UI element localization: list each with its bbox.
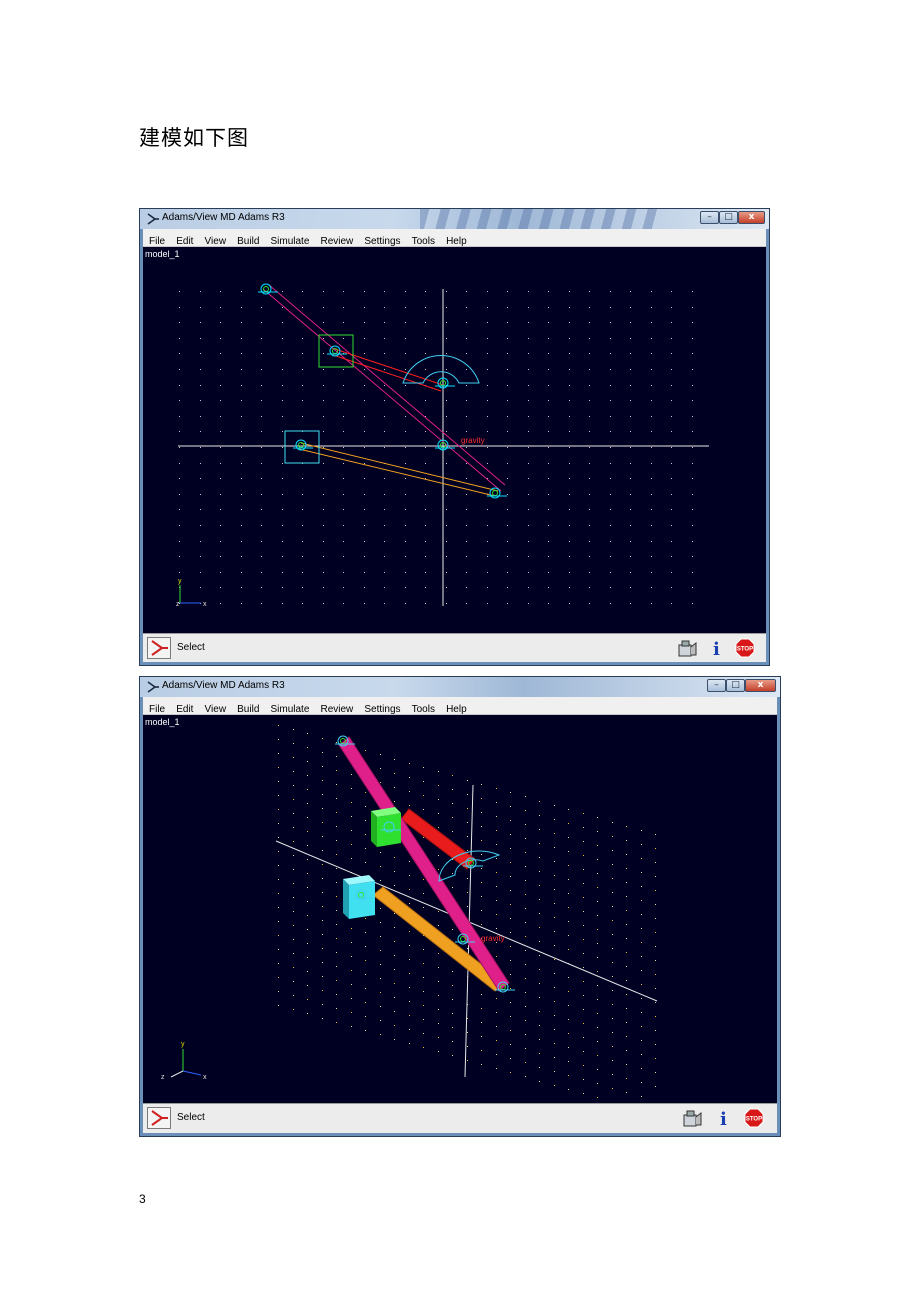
page-heading: 建模如下图: [139, 126, 249, 150]
status-text: Select: [177, 1112, 205, 1123]
adams-window-2d: Adams/View MD Adams R3 – □ x File Edit V…: [139, 208, 770, 666]
maximize-icon: □: [731, 680, 740, 690]
coordinate-triad: y z x: [161, 1041, 207, 1081]
model-viewport[interactable]: model_1 gravity y z x: [143, 715, 777, 1103]
title-bar[interactable]: Adams/View MD Adams R3 – □ x: [140, 209, 769, 229]
maximize-icon: □: [724, 212, 733, 222]
toolbox-icon[interactable]: [676, 637, 698, 659]
svg-text:STOP: STOP: [737, 647, 753, 653]
adams-logo-icon[interactable]: [147, 1107, 171, 1129]
coordinate-triad: y z x: [176, 578, 207, 608]
svg-text:z: z: [176, 601, 180, 608]
window-title: Adams/View MD Adams R3: [162, 212, 285, 223]
minimize-button[interactable]: –: [700, 211, 719, 224]
svg-text:i: i: [713, 639, 720, 659]
menu-bar: File Edit View Build Simulate Review Set…: [143, 697, 777, 715]
menu-bar: File Edit View Build Simulate Review Set…: [143, 229, 766, 247]
status-bar: Select i STOP: [143, 633, 766, 662]
svg-text:STOP: STOP: [746, 1117, 762, 1123]
minimize-icon: –: [707, 212, 712, 222]
svg-text:y: y: [178, 578, 182, 585]
adams-logo-icon[interactable]: [147, 637, 171, 659]
close-icon: x: [757, 680, 764, 690]
info-icon[interactable]: i: [713, 1107, 735, 1129]
title-bar[interactable]: Adams/View MD Adams R3 – □ x: [140, 677, 780, 697]
status-text: Select: [177, 642, 205, 653]
adams-logo-icon: [147, 213, 159, 225]
svg-text:x: x: [203, 601, 207, 608]
close-icon: x: [748, 212, 755, 222]
window-title: Adams/View MD Adams R3: [162, 680, 285, 691]
svg-text:i: i: [720, 1109, 727, 1129]
svg-text:y: y: [181, 1041, 185, 1048]
model-viewport[interactable]: model_1 gravity y z x: [143, 247, 766, 633]
maximize-button[interactable]: □: [719, 211, 738, 224]
link-a[interactable]: [338, 736, 510, 992]
gravity-label: gravity: [481, 934, 505, 943]
link-a[interactable]: [262, 284, 506, 492]
status-bar: Select i STOP: [143, 1103, 777, 1133]
maximize-button[interactable]: □: [726, 679, 745, 692]
stop-icon[interactable]: STOP: [743, 1107, 765, 1129]
close-button[interactable]: x: [738, 211, 765, 224]
mechanism-3d-view: gravity y z x: [161, 725, 658, 1098]
svg-text:x: x: [203, 1074, 207, 1081]
minimize-icon: –: [714, 680, 719, 690]
grid: [278, 725, 656, 1098]
toolbox-icon[interactable]: [681, 1107, 703, 1129]
mechanism-2d-view: gravity y z x: [176, 283, 709, 608]
adams-logo-icon: [147, 681, 159, 693]
info-icon[interactable]: i: [706, 637, 728, 659]
minimize-button[interactable]: –: [707, 679, 726, 692]
stop-icon[interactable]: STOP: [734, 637, 756, 659]
gravity-label: gravity: [461, 436, 485, 445]
link-c[interactable]: [298, 442, 499, 497]
page-number: 3: [139, 1192, 146, 1206]
close-button[interactable]: x: [745, 679, 776, 692]
link-b[interactable]: [332, 348, 444, 392]
adams-window-3d: Adams/View MD Adams R3 – □ x File Edit V…: [139, 676, 781, 1137]
svg-text:z: z: [161, 1074, 165, 1081]
